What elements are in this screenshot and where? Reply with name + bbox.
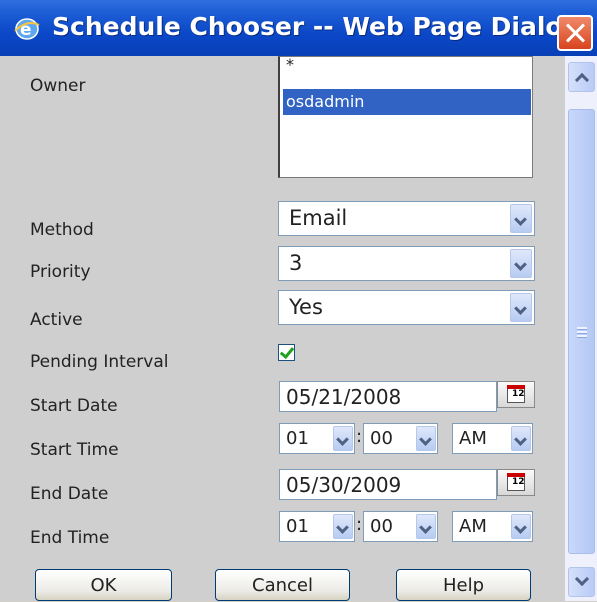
owner-label: Owner: [30, 76, 86, 96]
chevron-down-icon[interactable]: [416, 426, 436, 451]
dialog-window: e Schedule Chooser -- Web Page Dialog Ow…: [0, 0, 597, 601]
help-button[interactable]: Help: [396, 569, 531, 601]
end-date-value: 05/30/2009: [286, 473, 402, 497]
ie-icon: e: [14, 18, 40, 40]
time-separator: :: [356, 426, 363, 447]
ok-button[interactable]: OK: [35, 569, 172, 601]
end-ampm-value: AM: [459, 516, 487, 537]
vertical-scrollbar[interactable]: [565, 56, 597, 601]
chevron-down-icon[interactable]: [511, 426, 531, 451]
form-area: Owner * osdadmin Method Email Priority 3…: [0, 55, 565, 601]
time-separator: :: [356, 514, 363, 535]
chevron-down-icon[interactable]: [511, 514, 531, 539]
active-label: Active: [30, 310, 83, 330]
start-ampm-select[interactable]: AM: [452, 423, 533, 454]
scroll-up-button[interactable]: [568, 62, 595, 92]
end-minute-value: 00: [370, 516, 393, 537]
start-hour-select[interactable]: 01: [279, 423, 355, 454]
chevron-down-icon[interactable]: [416, 514, 436, 539]
priority-label: Priority: [30, 262, 91, 282]
end-hour-value: 01: [286, 516, 309, 537]
end-date-input[interactable]: 05/30/2009: [279, 469, 497, 500]
pending-interval-label: Pending Interval: [30, 352, 169, 372]
chevron-down-icon[interactable]: [510, 249, 532, 278]
calendar-icon-text: 12: [512, 389, 525, 399]
end-date-calendar-button[interactable]: 12: [497, 469, 535, 496]
scroll-down-button[interactable]: [568, 567, 595, 597]
chevron-down-icon[interactable]: [510, 204, 532, 233]
scroll-thumb[interactable]: [568, 109, 595, 554]
owner-option-osdadmin[interactable]: osdadmin: [283, 89, 531, 115]
start-time-label: Start Time: [30, 440, 119, 460]
method-select[interactable]: Email: [278, 201, 535, 236]
close-button[interactable]: [557, 15, 593, 51]
grip-line: [577, 327, 587, 330]
end-time-label: End Time: [30, 528, 110, 548]
pending-interval-checkbox[interactable]: [278, 343, 295, 361]
start-minute-value: 00: [370, 428, 393, 449]
start-date-value: 05/21/2008: [286, 385, 402, 409]
end-ampm-select[interactable]: AM: [452, 511, 533, 542]
window-title: Schedule Chooser -- Web Page Dialog: [52, 12, 581, 41]
owner-option-all[interactable]: *: [283, 52, 294, 78]
start-ampm-value: AM: [459, 428, 487, 449]
calendar-icon-text: 12: [512, 477, 525, 487]
end-hour-select[interactable]: 01: [279, 511, 355, 542]
priority-value: 3: [289, 251, 303, 275]
title-bar[interactable]: e Schedule Chooser -- Web Page Dialog: [0, 0, 597, 56]
start-date-calendar-button[interactable]: 12: [497, 381, 535, 408]
method-label: Method: [30, 220, 94, 240]
start-date-label: Start Date: [30, 396, 118, 416]
chevron-down-icon[interactable]: [333, 426, 353, 451]
method-value: Email: [289, 206, 348, 230]
cancel-button[interactable]: Cancel: [215, 569, 350, 601]
end-minute-select[interactable]: 00: [363, 511, 438, 542]
owner-listbox[interactable]: * osdadmin: [278, 55, 533, 178]
start-hour-value: 01: [286, 428, 309, 449]
active-select[interactable]: Yes: [278, 290, 535, 325]
chevron-down-icon[interactable]: [333, 514, 353, 539]
start-date-input[interactable]: 05/21/2008: [279, 381, 497, 412]
check-icon: [279, 343, 295, 360]
calendar-icon: 12: [507, 385, 525, 403]
calendar-icon: 12: [507, 473, 525, 491]
grip-line: [577, 331, 587, 334]
start-minute-select[interactable]: 00: [363, 423, 438, 454]
priority-select[interactable]: 3: [278, 246, 535, 281]
grip-line: [577, 335, 587, 338]
chevron-down-icon[interactable]: [510, 293, 532, 322]
end-date-label: End Date: [30, 484, 109, 504]
active-value: Yes: [289, 295, 323, 319]
